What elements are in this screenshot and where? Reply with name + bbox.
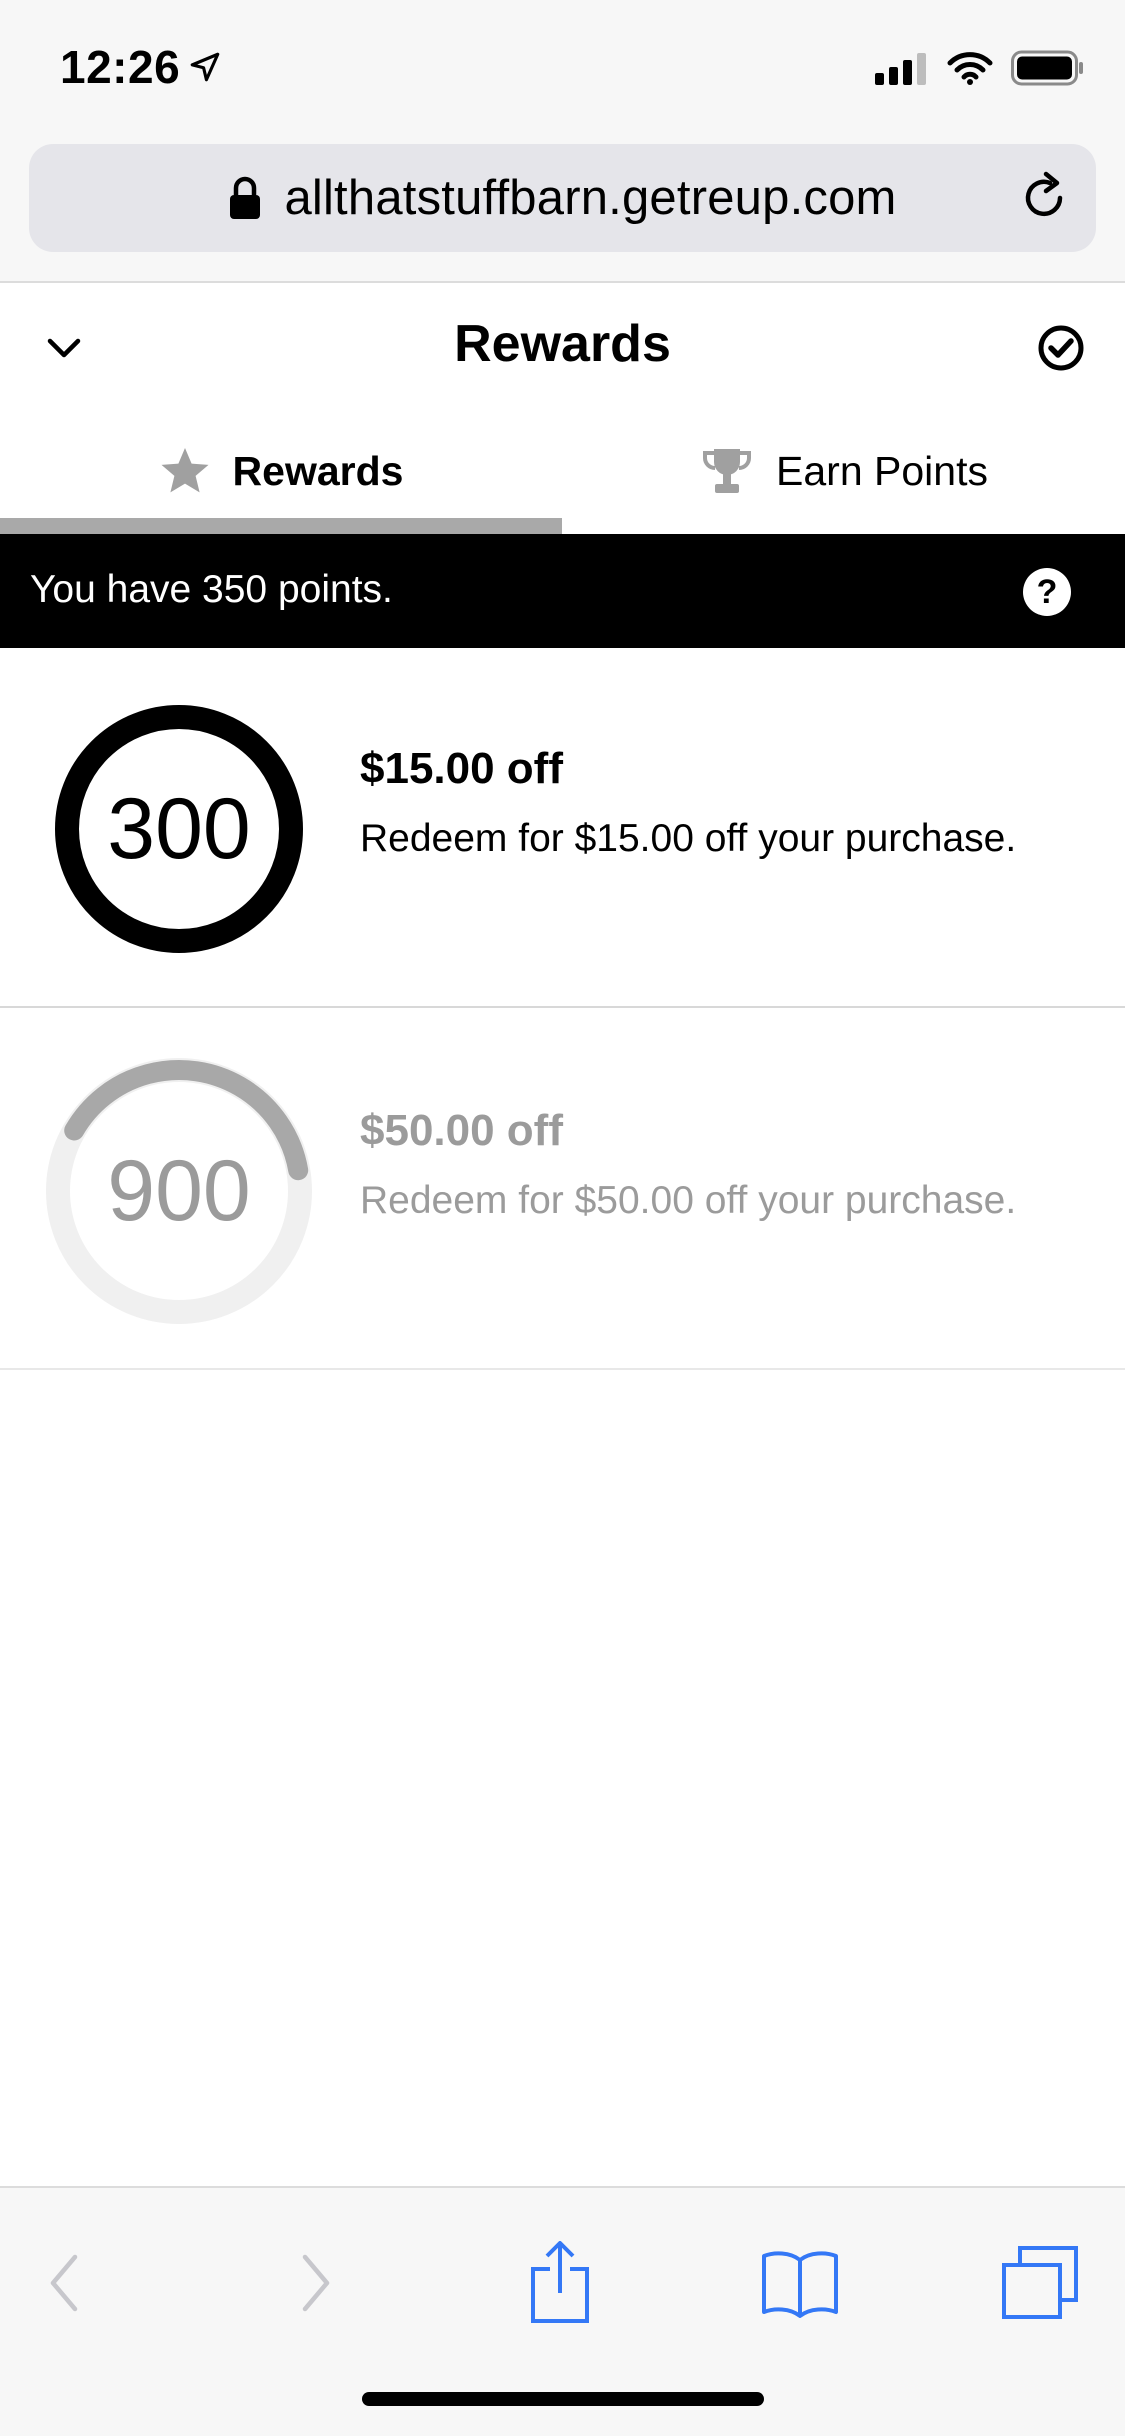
share-icon [531,2241,589,2323]
lock-icon [230,176,261,219]
tabs-button[interactable] [995,2238,1085,2328]
home-indicator [362,2392,764,2406]
tab-earn-points[interactable]: Earn Points [563,408,1125,534]
tab-rewards[interactable]: Rewards [0,408,562,534]
reward-points-required: 900 [107,1142,251,1239]
status-time-label: 12:26 [60,41,181,93]
star-icon [161,448,209,493]
reward-description: Redeem for $50.00 off your purchase. [360,1179,1017,1222]
reward-item[interactable]: 300 $15.00 off Redeem for $15.00 off you… [0,648,1125,1008]
back-button[interactable] [20,2238,110,2328]
rewards-panel-header: Rewards [0,284,1125,408]
help-icon[interactable]: ? [1023,568,1071,616]
reward-description: Redeem for $15.00 off your purchase. [360,817,1017,860]
tabs-icon [1002,2246,1078,2319]
reward-points-required: 300 [107,780,251,877]
address-bar[interactable]: allthatstuffbarn.getreup.com [29,144,1096,252]
battery-icon [1011,50,1083,86]
reward-title: $50.00 off [360,1106,563,1155]
points-balance-text: You have 350 points. [30,568,393,611]
location-arrow-icon [190,52,220,82]
bookmarks-button[interactable] [755,2238,845,2328]
signal-bars-icon [875,53,926,85]
trophy-icon [703,449,752,493]
check-circle-icon[interactable] [1037,324,1085,372]
reward-item[interactable]: 900 $50.00 off Redeem for $50.00 off you… [0,1010,1125,1370]
active-tab-indicator [0,518,562,534]
page-title: Rewards [454,315,671,373]
bookmarks-icon [762,2251,838,2318]
points-banner: You have 350 points. ? [0,534,1125,648]
tab-rewards-label: Rewards [232,447,404,494]
share-button[interactable] [515,2238,605,2328]
status-icons [875,50,1085,86]
reload-icon[interactable] [1016,170,1072,226]
tab-bar: Rewards Earn Points [0,408,1125,534]
wifi-icon [947,52,993,85]
status-time: 12:26 [60,40,222,94]
forward-icon [302,2254,330,2312]
reward-title: $15.00 off [360,744,563,793]
browser-top-bar: 12:26 allthatstuffbarn.getreup.com [0,0,1125,283]
back-icon [50,2254,78,2312]
forward-button[interactable] [270,2238,360,2328]
url-text: allthatstuffbarn.getreup.com [284,171,897,225]
tab-earn-points-label: Earn Points [776,447,988,494]
